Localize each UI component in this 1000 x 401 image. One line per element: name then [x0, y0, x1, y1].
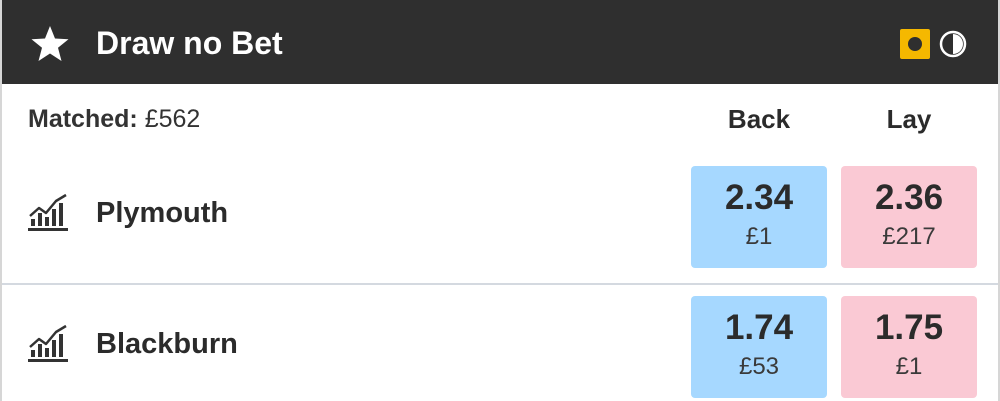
chart-icon[interactable]: [26, 321, 70, 365]
matched-label: Matched:: [28, 105, 138, 133]
lay-stake: £217: [882, 223, 936, 250]
runner-row: Plymouth 2.34 £1 2.36 £217: [2, 154, 998, 282]
in-play-icon: [900, 29, 930, 59]
chart-icon[interactable]: [26, 190, 70, 234]
lay-price-button[interactable]: 2.36 £217: [841, 166, 977, 268]
lay-stake: £1: [895, 353, 923, 380]
lay-odds: 2.36: [874, 178, 944, 217]
market-header: Draw no Bet: [2, 0, 998, 84]
lay-odds: 1.75: [874, 308, 944, 347]
runner-name: Plymouth: [96, 197, 229, 229]
matched-value: £562: [144, 105, 201, 133]
timer-icon: [939, 30, 967, 58]
back-price-button[interactable]: 1.74 £53: [691, 296, 827, 398]
runner-name: Blackburn: [96, 328, 238, 360]
back-odds: 2.34: [724, 178, 794, 217]
market-card: Draw no Bet Matched: £562 Back Lay Plymo…: [0, 0, 1000, 401]
market-title: Draw no Bet: [96, 25, 283, 61]
back-price-button[interactable]: 2.34 £1: [691, 166, 827, 268]
lay-column-header: Lay: [886, 104, 932, 134]
market-subheader: Matched: £562 Back Lay: [2, 84, 998, 154]
star-icon[interactable]: [30, 24, 70, 64]
lay-price-button[interactable]: 1.75 £1: [841, 296, 977, 398]
runner-row: Blackburn 1.74 £53 1.75 £1: [2, 283, 998, 401]
back-odds: 1.74: [724, 308, 794, 347]
back-stake: £53: [738, 353, 780, 380]
back-column-header: Back: [727, 104, 791, 134]
back-stake: £1: [745, 223, 773, 250]
matched-amount: Matched: £562: [28, 102, 200, 136]
